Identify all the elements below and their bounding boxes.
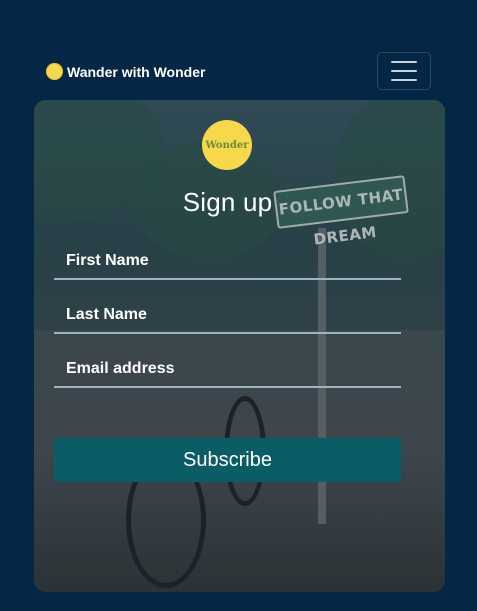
subscribe-button[interactable]: Subscribe xyxy=(54,438,401,482)
hamburger-menu-icon-bar xyxy=(391,79,417,81)
signup-title: Sign up xyxy=(182,187,273,217)
signup-card: FOLLOW THAT DREAM Wonder Sign up First N… xyxy=(34,100,445,592)
brand-name: Wander with Wonder xyxy=(67,63,206,80)
yellow-circle-logo-icon xyxy=(46,63,63,80)
email-label: Email address xyxy=(66,360,175,377)
first-name-label: First Name xyxy=(66,252,149,269)
footprint-logo-icon: Wonder xyxy=(202,120,252,170)
hamburger-menu-icon xyxy=(391,61,417,63)
first-name-field[interactable]: First Name xyxy=(54,246,401,280)
last-name-field[interactable]: Last Name xyxy=(54,300,401,334)
hamburger-menu-icon-bar xyxy=(391,70,417,72)
brand-link[interactable]: Wander with Wonder xyxy=(46,63,205,80)
page: Wander with Wonder FOLLOW THAT DREAM Won… xyxy=(0,0,477,611)
email-field[interactable]: Email address xyxy=(54,354,401,388)
navbar-toggle-button[interactable] xyxy=(377,52,431,90)
logo-text: Wonder xyxy=(205,139,249,151)
last-name-label: Last Name xyxy=(66,306,147,323)
navbar: Wander with Wonder xyxy=(0,52,477,92)
background-overlay xyxy=(34,100,445,592)
